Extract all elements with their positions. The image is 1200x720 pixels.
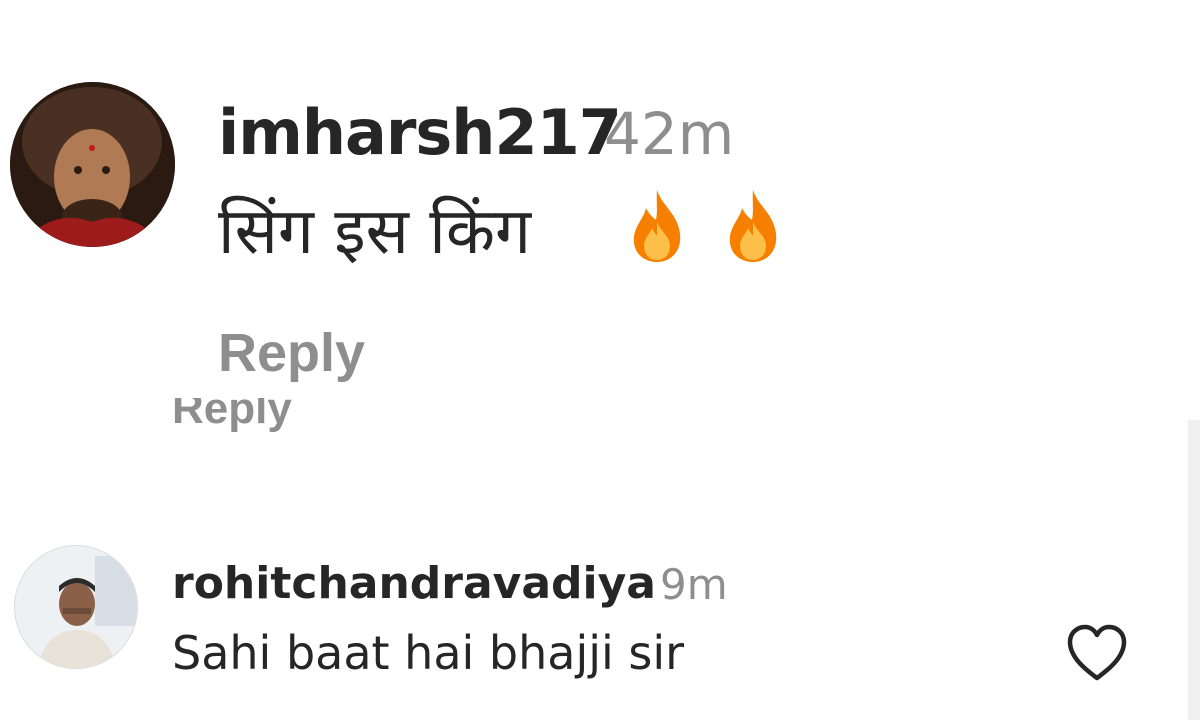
reply-partial-label: Reply [172, 398, 292, 433]
comment-username[interactable]: rohitchandravadiya [172, 558, 656, 609]
reply-button-partial[interactable]: Reply [172, 398, 332, 440]
scrollbar[interactable] [1188, 420, 1200, 720]
fire-icon [628, 188, 686, 264]
reply-button[interactable]: Reply [218, 322, 365, 384]
avatar-image [15, 546, 137, 668]
comment-timestamp: 9m [660, 560, 728, 609]
comment-username[interactable]: imharsh217 [218, 96, 622, 169]
comment-text: सिंग इस किंग [218, 195, 532, 269]
comment-text: Sahi baat hai bhajji sir [172, 626, 685, 680]
heart-icon[interactable] [1066, 624, 1128, 682]
avatar[interactable] [10, 82, 175, 247]
fire-icon [724, 188, 782, 264]
avatar-image [10, 82, 175, 247]
comment-timestamp: 42m [604, 100, 735, 168]
avatar[interactable] [14, 545, 138, 669]
